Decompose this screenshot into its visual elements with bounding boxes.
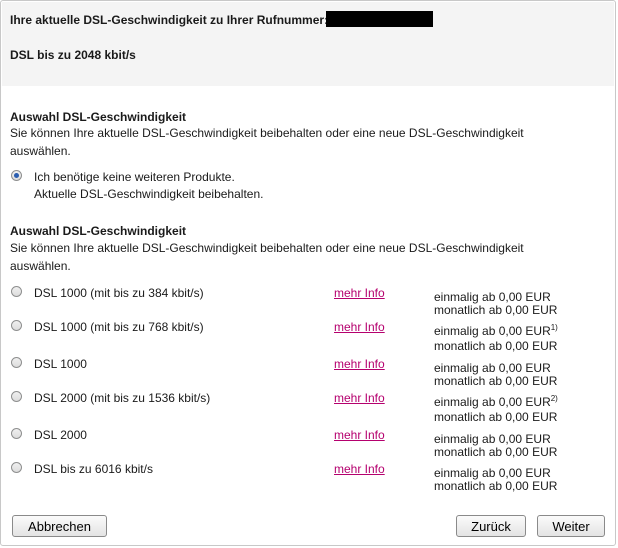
- price-monthly: monatlich ab 0,00 EUR: [434, 410, 558, 424]
- current-speed-label: Ihre aktuelle DSL-Geschwindigkeit zu Ihr…: [10, 13, 329, 27]
- dsl-option-name: DSL 1000 (mit bis zu 384 kbit/s): [34, 286, 204, 300]
- dsl-dialog: Ihre aktuelle DSL-Geschwindigkeit zu Ihr…: [0, 0, 616, 546]
- price-monthly: monatlich ab 0,00 EUR: [434, 445, 558, 459]
- price-footnote: 1): [550, 323, 558, 332]
- more-info-link[interactable]: mehr Info: [334, 286, 385, 300]
- back-button[interactable]: Zurück: [456, 515, 526, 537]
- redacted-phone-number: [326, 11, 433, 27]
- more-info-link[interactable]: mehr Info: [334, 357, 385, 371]
- current-speed-value: DSL bis zu 2048 kbit/s: [10, 48, 136, 62]
- price-once-text: einmalig ab 0,00 EUR: [434, 324, 551, 338]
- keep-speed-radio[interactable]: [11, 170, 22, 181]
- more-info-link[interactable]: mehr Info: [334, 428, 385, 442]
- price-monthly: monatlich ab 0,00 EUR: [434, 479, 558, 493]
- dsl-option-name: DSL bis zu 6016 kbit/s: [34, 462, 153, 476]
- section1-desc-line2: auswählen.: [10, 144, 71, 158]
- more-info-link[interactable]: mehr Info: [334, 391, 385, 405]
- dsl-option-name: DSL 1000: [34, 357, 87, 371]
- section1-title: Auswahl DSL-Geschwindigkeit: [10, 110, 187, 124]
- more-info-link[interactable]: mehr Info: [334, 462, 385, 476]
- dsl-option-name: DSL 2000: [34, 428, 87, 442]
- section1-desc-line1: Sie können Ihre aktuelle DSL-Geschwindig…: [10, 126, 524, 140]
- dsl-option-radio[interactable]: [11, 286, 22, 297]
- section2-desc-line1: Sie können Ihre aktuelle DSL-Geschwindig…: [10, 241, 524, 255]
- cancel-button[interactable]: Abbrechen: [12, 515, 107, 537]
- dsl-option-name: DSL 2000 (mit bis zu 1536 kbit/s): [34, 391, 211, 405]
- section2-desc-line2: auswählen.: [10, 259, 71, 273]
- section2-title: Auswahl DSL-Geschwindigkeit: [10, 224, 187, 238]
- price-monthly: monatlich ab 0,00 EUR: [434, 374, 558, 388]
- dsl-option-radio[interactable]: [11, 391, 22, 402]
- next-button[interactable]: Weiter: [537, 515, 605, 537]
- price-once-text: einmalig ab 0,00 EUR: [434, 395, 551, 409]
- price-monthly: monatlich ab 0,00 EUR: [434, 303, 558, 317]
- price-monthly: monatlich ab 0,00 EUR: [434, 339, 558, 353]
- dsl-option-radio[interactable]: [11, 320, 22, 331]
- price-footnote: 2): [550, 394, 558, 403]
- more-info-link[interactable]: mehr Info: [334, 320, 385, 334]
- dsl-option-name: DSL 1000 (mit bis zu 768 kbit/s): [34, 320, 204, 334]
- dsl-option-radio[interactable]: [11, 462, 22, 473]
- dsl-option-radio[interactable]: [11, 428, 22, 439]
- dsl-option-radio[interactable]: [11, 357, 22, 368]
- keep-option-line1: Ich benötige keine weiteren Produkte.: [34, 170, 235, 184]
- keep-option-line2: Aktuelle DSL-Geschwindigkeit beibehalten…: [34, 187, 264, 201]
